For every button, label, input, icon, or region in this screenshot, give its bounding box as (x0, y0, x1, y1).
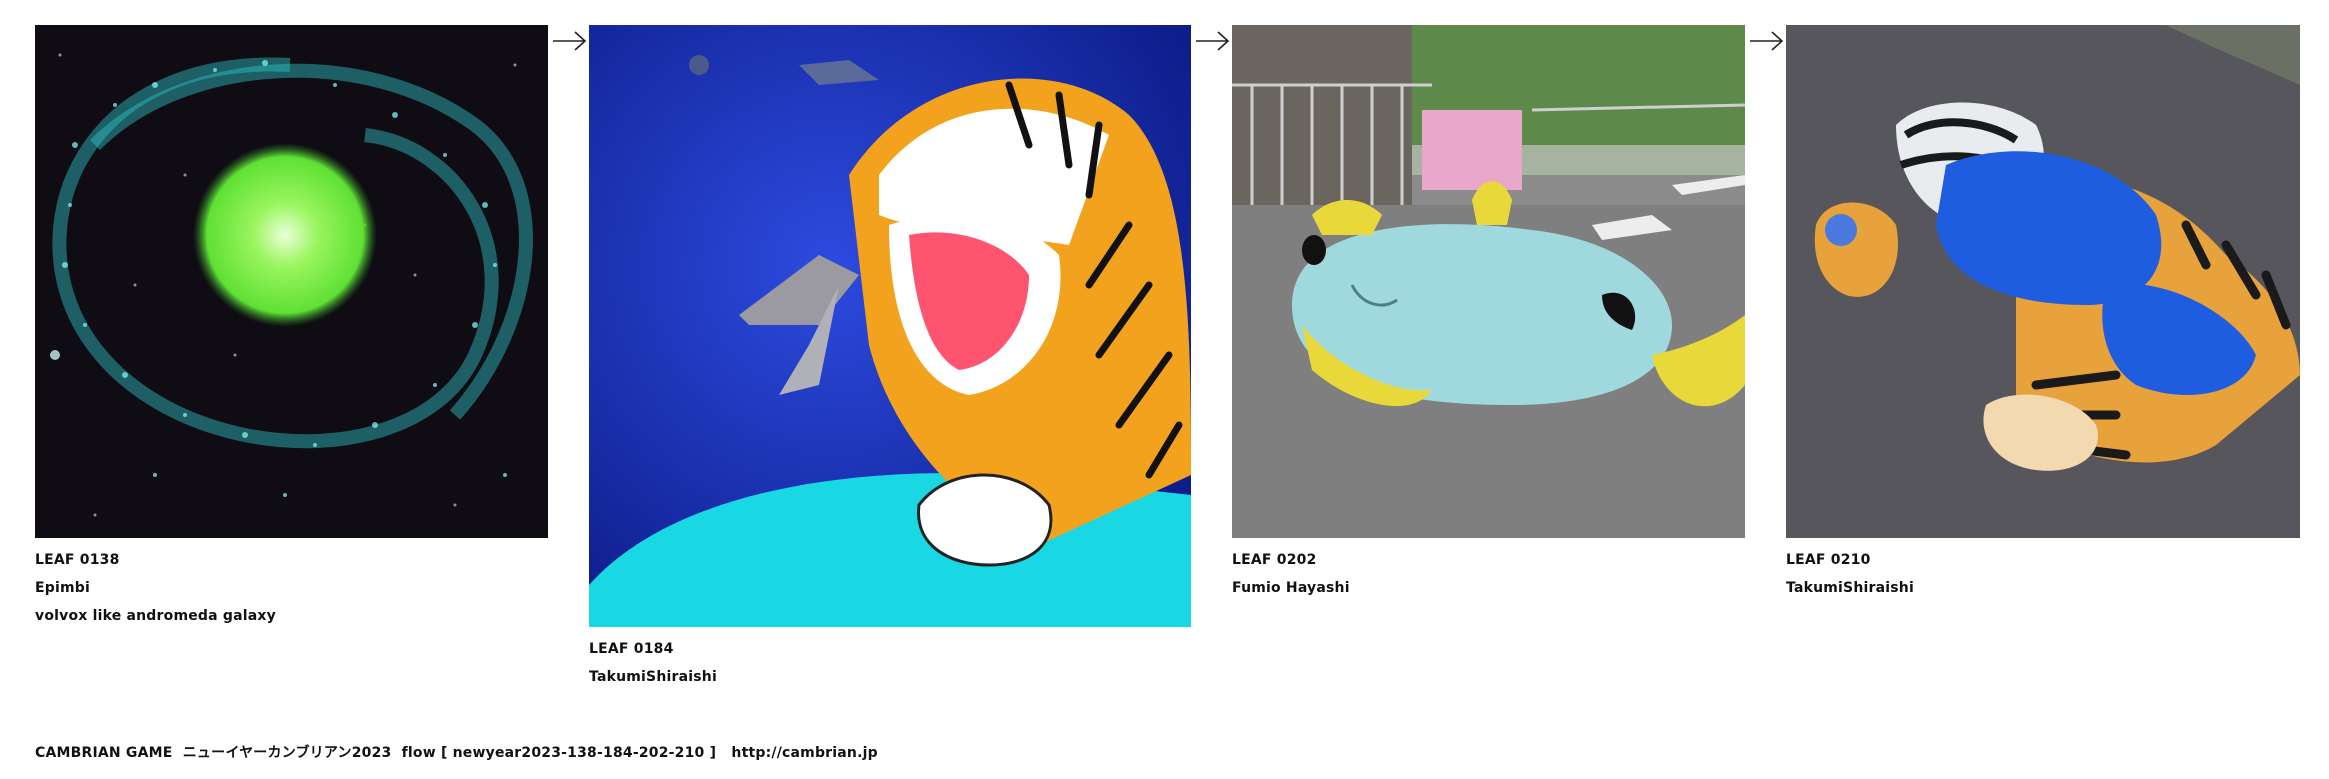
right-arrow-icon (1750, 29, 1784, 53)
leaf-image-fish-plush[interactable] (1232, 25, 1745, 538)
leaf-id: LEAF 0184 (589, 641, 674, 657)
leaf-meta: LEAF 0138 Epimbi volvox like andromeda g… (35, 546, 548, 630)
leaf-card[interactable]: LEAF 0184 TakumiShiraishi (589, 25, 1191, 691)
footer-flow: flow [ newyear2023-138-184-202-210 ] (401, 745, 717, 761)
galaxy-illustration (35, 25, 548, 538)
leaf-id: LEAF 0202 (1232, 552, 1317, 568)
leaf-caption: volvox like andromeda galaxy (35, 608, 276, 624)
footer-title: ニューイヤーカンブリアン2023 (182, 745, 392, 761)
leaf-meta: LEAF 0210 TakumiShiraishi (1786, 546, 2300, 602)
leaf-author: TakumiShiraishi (1786, 580, 1914, 596)
leaf-image-galaxy[interactable] (35, 25, 548, 538)
fish-plush-illustration (1232, 25, 1745, 538)
leaf-card[interactable]: LEAF 0210 TakumiShiraishi (1786, 25, 2300, 602)
leaf-image-tiger-plush[interactable] (1786, 25, 2300, 538)
footer: CAMBRIAN GAME ニューイヤーカンブリアン2023 flow [ ne… (35, 742, 878, 762)
leaf-card[interactable]: LEAF 0202 Fumio Hayashi (1232, 25, 1745, 602)
leaf-image-tiger-painting[interactable] (589, 25, 1191, 627)
right-arrow-icon (553, 29, 587, 53)
footer-url-link[interactable]: http://cambrian.jp (731, 745, 877, 761)
tiger-plush-illustration (1786, 25, 2300, 538)
tiger-painting-illustration (589, 25, 1191, 627)
leaf-author: TakumiShiraishi (589, 669, 717, 685)
footer-game-name: CAMBRIAN GAME (35, 745, 173, 761)
leaf-card[interactable]: LEAF 0138 Epimbi volvox like andromeda g… (35, 25, 548, 630)
leaf-author: Fumio Hayashi (1232, 580, 1350, 596)
leaf-id: LEAF 0138 (35, 552, 120, 568)
leaf-id: LEAF 0210 (1786, 552, 1871, 568)
leaf-author: Epimbi (35, 580, 90, 596)
right-arrow-icon (1196, 29, 1230, 53)
leaf-meta: LEAF 0184 TakumiShiraishi (589, 635, 1191, 691)
leaf-meta: LEAF 0202 Fumio Hayashi (1232, 546, 1745, 602)
